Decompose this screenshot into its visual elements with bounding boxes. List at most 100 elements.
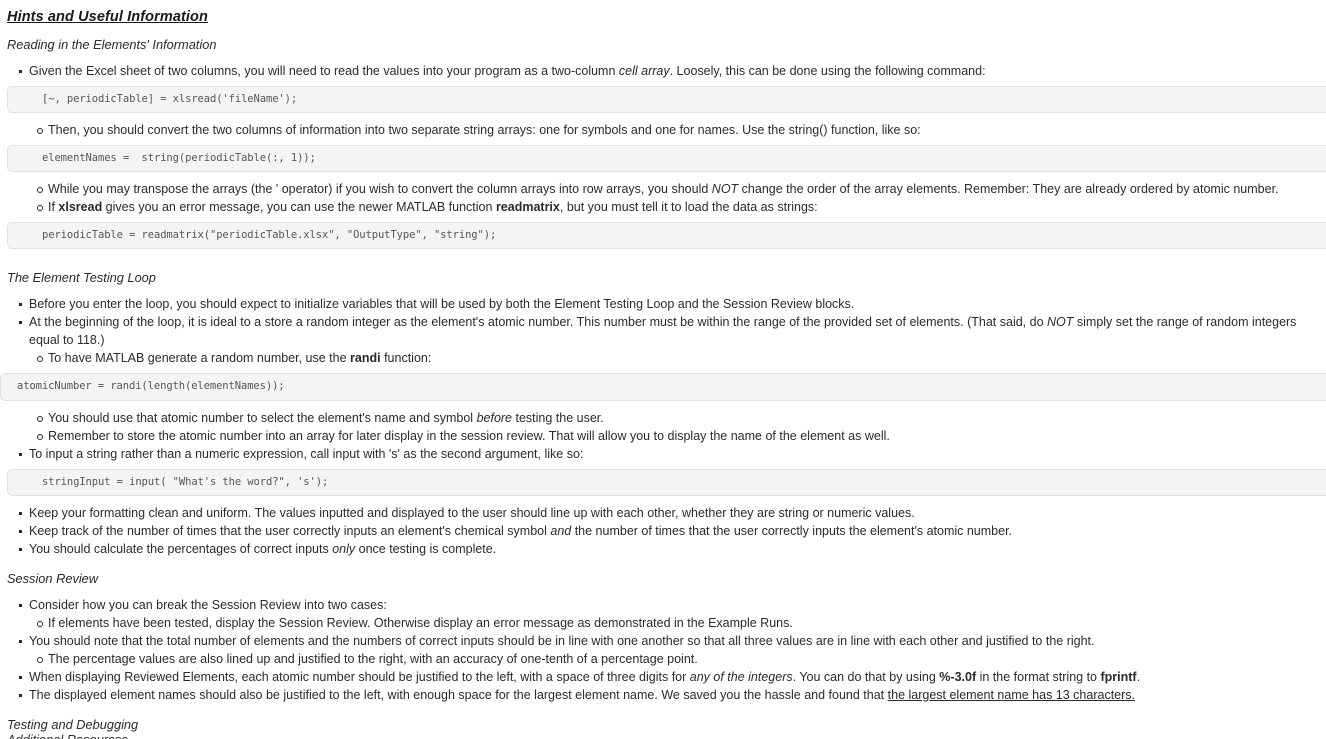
list-item: To input a string rather than a numeric … [0, 445, 1326, 463]
text-run: . [1136, 669, 1141, 684]
text-run: fprintf [1100, 669, 1137, 684]
code-block: [~, periodicTable] = xlsread('fileName')… [7, 86, 1326, 114]
text-run: the number of times that the user correc… [571, 523, 1013, 538]
list-item: Keep track of the number of times that t… [0, 522, 1326, 540]
text-run: Remember to store the atomic number into… [48, 428, 890, 443]
bullet-list-level-1: Before you enter the loop, you should ex… [0, 295, 1326, 349]
bullet-list-level-2: To have MATLAB generate a random number,… [0, 349, 1326, 367]
cut-off-section-heading: Additional Resources [7, 733, 128, 739]
list-item: You should calculate the percentages of … [0, 540, 1326, 558]
text-run: randi [350, 351, 381, 366]
list-item: If xlsread gives you an error message, y… [0, 198, 1326, 216]
text-run: readmatrix [495, 200, 560, 215]
text-run: cell array [618, 64, 670, 79]
bullet-list-level-1: When displaying Reviewed Elements, each … [0, 668, 1326, 704]
list-item: Keep your formatting clean and uniform. … [0, 504, 1326, 522]
list-item: When displaying Reviewed Elements, each … [0, 668, 1326, 686]
text-run: function: [380, 351, 432, 366]
text-run: Given the Excel sheet of two columns, yo… [29, 64, 619, 79]
list-item: If elements have been tested, display th… [0, 614, 1326, 632]
list-item: To have MATLAB generate a random number,… [0, 349, 1326, 367]
page-title: Hints and Useful Information [7, 9, 208, 25]
bullet-list-level-2: The percentage values are also lined up … [0, 650, 1326, 668]
text-run: If elements have been tested, display th… [48, 615, 793, 630]
bullet-list-level-2: While you may transpose the arrays (the … [0, 180, 1326, 216]
bullet-list-level-1: Consider how you can break the Session R… [0, 596, 1326, 614]
text-run: in the format string to [976, 669, 1101, 684]
text-run[interactable]: the largest element name has 13 characte… [888, 688, 1135, 702]
text-run: The displayed element names should also … [29, 687, 888, 702]
section-heading: The Element Testing Loop [7, 270, 156, 286]
bullet-list-level-2: If elements have been tested, display th… [0, 614, 1326, 632]
list-item: The percentage values are also lined up … [0, 650, 1326, 668]
text-run: once testing is complete. [355, 541, 497, 556]
code-block: elementNames = string(periodicTable(:, 1… [7, 145, 1326, 173]
text-run: Keep track of the number of times that t… [29, 523, 551, 538]
list-item: You should note that the total number of… [0, 632, 1326, 650]
code-block: periodicTable = readmatrix("periodicTabl… [7, 222, 1326, 250]
text-run: Consider how you can break the Session R… [29, 597, 387, 612]
list-item: Remember to store the atomic number into… [0, 427, 1326, 445]
text-run: While you may transpose the arrays (the … [48, 182, 712, 197]
section-heading: Testing and Debugging [7, 716, 139, 732]
bullet-list-level-1: You should note that the total number of… [0, 632, 1326, 650]
bullet-list-level-2: You should use that atomic number to sel… [0, 409, 1326, 445]
list-item: Before you enter the loop, you should ex… [0, 295, 1326, 313]
text-run: gives you an error message, you can use … [102, 200, 496, 215]
document-page: Hints and Useful Information Reading in … [0, 0, 1326, 739]
text-run: , but you must tell it to load the data … [559, 200, 818, 215]
text-run: At the beginning of the loop, it is idea… [29, 315, 1048, 330]
text-run: If [48, 200, 59, 215]
bullet-list-level-1: Given the Excel sheet of two columns, yo… [0, 62, 1326, 80]
code-block: atomicNumber = randi(length(elementNames… [0, 373, 1326, 401]
text-run: %-3.0f [939, 669, 977, 684]
text-run: testing the user. [512, 410, 604, 425]
text-run: Before you enter the loop, you should ex… [29, 297, 855, 312]
code-block: stringInput = input( "What's the word?",… [7, 468, 1326, 496]
list-item: Then, you should convert the two columns… [0, 121, 1326, 139]
text-run: only [332, 541, 356, 556]
text-run: You should note that the total number of… [29, 633, 1095, 648]
bullet-list-level-2: Then, you should convert the two columns… [0, 121, 1326, 139]
text-run: and [550, 523, 572, 538]
section-heading: Reading in the Elements' Information [7, 37, 217, 53]
list-item: Given the Excel sheet of two columns, yo… [0, 62, 1326, 80]
list-item: While you may transpose the arrays (the … [0, 180, 1326, 198]
document-sections: Reading in the Elements' Information Give… [0, 37, 1326, 739]
text-run: To input a string rather than a numeric … [29, 446, 584, 461]
text-run: change the order of the array elements. … [738, 182, 1279, 197]
text-run: You should use that atomic number to sel… [48, 410, 477, 425]
text-run: any of the integers [689, 669, 793, 684]
list-item: Consider how you can break the Session R… [0, 596, 1326, 614]
text-run: Keep your formatting clean and uniform. … [29, 505, 915, 520]
bullet-list-level-1: To input a string rather than a numeric … [0, 445, 1326, 463]
list-item: At the beginning of the loop, it is idea… [0, 313, 1326, 349]
text-run: To have MATLAB generate a random number,… [48, 351, 351, 366]
text-run: The percentage values are also lined up … [48, 651, 698, 666]
text-run: Then, you should convert the two columns… [48, 123, 921, 138]
text-run: NOT [711, 182, 739, 197]
text-run: NOT [1047, 315, 1074, 330]
section-heading: Session Review [7, 570, 99, 586]
bullet-list-level-1: Keep your formatting clean and uniform. … [0, 504, 1326, 558]
text-run: When displaying Reviewed Elements, each … [29, 669, 690, 684]
list-item: You should use that atomic number to sel… [0, 409, 1326, 427]
list-item: The displayed element names should also … [0, 686, 1326, 704]
text-run: before [476, 410, 513, 425]
text-run: . You can do that by using [792, 669, 940, 684]
text-run: . Loosely, this can be done using the fo… [669, 64, 986, 79]
text-run: You should calculate the percentages of … [29, 541, 333, 556]
